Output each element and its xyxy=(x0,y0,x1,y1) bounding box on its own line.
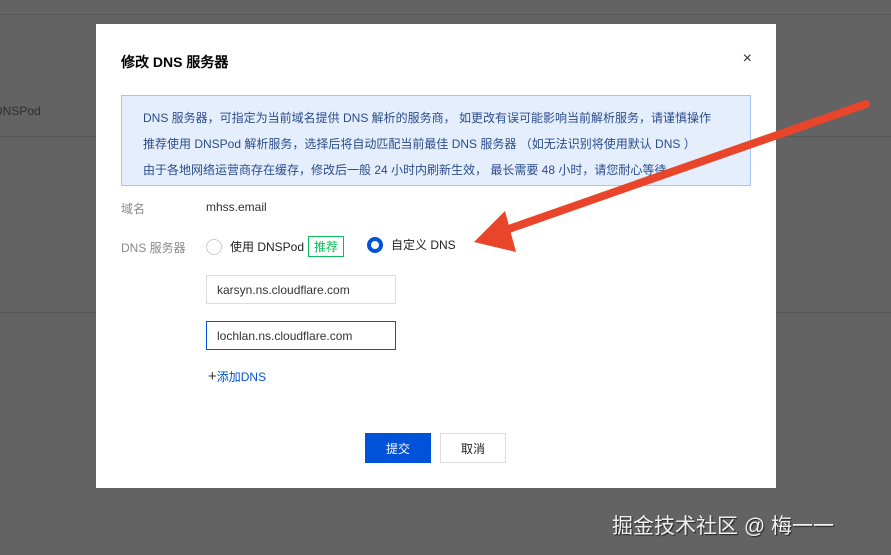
domain-label: 域名 xyxy=(121,202,146,216)
info-line: 推荐使用 DNSPod 解析服务，选择后将自动匹配当前最佳 DNS 服务器 （如… xyxy=(143,137,696,151)
radio-use-dnspod[interactable]: 使用 DNSPod 推荐 xyxy=(206,236,345,257)
add-dns-label: 添加DNS xyxy=(216,370,267,384)
modify-dns-dialog: 修改 DNS 服务器 × DNS 服务器，可指定为当前域名提供 DNS 解析的服… xyxy=(96,24,776,488)
radio-custom-dns[interactable]: 自定义 DNS xyxy=(367,236,456,253)
dns-server-input-2[interactable] xyxy=(206,321,396,350)
watermark: 掘金技术社区 @ 梅一一 xyxy=(612,515,834,538)
close-icon[interactable]: × xyxy=(743,50,752,68)
info-line: DNS 服务器，可指定为当前域名提供 DNS 解析的服务商， 如更改有误可能影响… xyxy=(143,111,712,125)
dns-server-input-1[interactable] xyxy=(206,275,396,304)
background-text: DNSPod xyxy=(0,104,41,118)
dns-server-label: DNS 服务器 xyxy=(121,241,186,255)
radio-checked-icon xyxy=(367,236,383,253)
info-line: 由于各地网络运营商存在缓存，修改后一般 24 小时内刷新生效， 最长需要 48 … xyxy=(143,163,667,177)
dialog-title: 修改 DNS 服务器 xyxy=(121,54,229,70)
cancel-button[interactable]: 取消 xyxy=(440,433,506,463)
background-divider xyxy=(0,14,891,15)
submit-button[interactable]: 提交 xyxy=(365,433,431,463)
radio-unchecked-icon xyxy=(206,238,222,255)
add-dns-link[interactable]: +添加DNS xyxy=(208,368,266,385)
radio-label: 自定义 DNS xyxy=(391,238,456,252)
domain-value: mhss.email xyxy=(206,200,267,214)
radio-label: 使用 DNSPod xyxy=(230,240,305,254)
recommended-tag: 推荐 xyxy=(308,236,345,257)
plus-icon: + xyxy=(208,368,217,385)
info-notice: DNS 服务器，可指定为当前域名提供 DNS 解析的服务商， 如更改有误可能影响… xyxy=(121,95,751,186)
